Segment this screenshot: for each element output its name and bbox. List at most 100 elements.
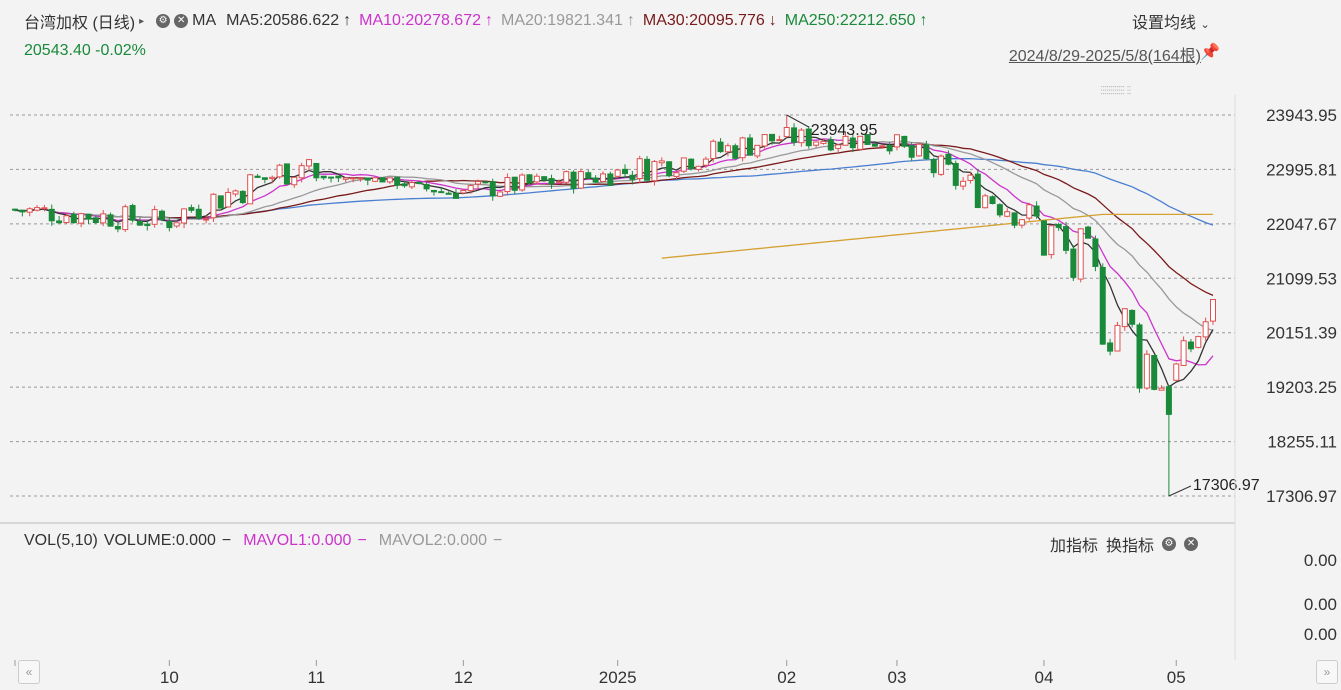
ma10-arrow: ↑ — [485, 12, 493, 29]
candle-body — [724, 145, 731, 153]
price-axis: 23943.95 22995.81 22047.67 21099.53 20151.39… — [1266, 106, 1337, 506]
candle-body — [644, 158, 651, 181]
volume-dash: − — [221, 532, 232, 549]
kline-chart[interactable]: 23943.95 22995.81 22047.67 21099.53 20151.39… — [0, 0, 1341, 690]
add-indicator-button[interactable]: 加指标 — [1050, 532, 1098, 556]
candle-body — [1085, 226, 1092, 239]
candle-body — [908, 144, 915, 158]
candle-body — [430, 189, 437, 193]
candle-body — [570, 171, 577, 190]
instrument-title[interactable]: 台湾加权 (日线) — [24, 9, 135, 33]
volume-tick-label: 0.00 — [1304, 595, 1337, 614]
candle-body — [151, 209, 158, 225]
candle-body — [1143, 353, 1150, 389]
x-tick-label: 12 — [454, 668, 473, 687]
candle-body — [614, 169, 621, 177]
candle-body — [401, 183, 408, 187]
volume-tick-label: 0.00 — [1304, 625, 1337, 644]
candle-body — [820, 140, 827, 144]
candle-body — [960, 180, 967, 187]
candle-body — [482, 181, 489, 184]
x-tick-label: 11 — [308, 668, 326, 687]
candle-body — [577, 171, 584, 189]
candle-body — [12, 208, 18, 211]
x-tick-label: 03 — [888, 668, 907, 687]
gear-icon[interactable]: ⚙ — [156, 14, 171, 28]
close-icon[interactable]: ✕ — [174, 14, 189, 28]
candle-body — [1018, 219, 1025, 226]
candle-body — [460, 190, 467, 194]
candle-body — [78, 213, 85, 224]
candle-body — [599, 173, 606, 182]
candle-body — [658, 160, 665, 164]
ma5-line — [14, 135, 1214, 388]
candle-body — [769, 133, 776, 142]
candle-body — [1165, 386, 1172, 415]
ma250-arrow: ↑ — [919, 12, 928, 29]
pin-icon[interactable]: 📌 — [1200, 42, 1220, 62]
close-icon[interactable]: ✕ — [1184, 537, 1199, 551]
y-tick-label: 21099.53 — [1266, 269, 1337, 288]
candle-body — [386, 177, 393, 183]
gear-icon[interactable]: ⚙ — [1162, 537, 1177, 551]
candle-body — [974, 173, 981, 209]
candle-body — [1136, 324, 1143, 389]
candle-body — [1004, 211, 1011, 217]
candle-body — [34, 207, 41, 211]
high-pointer — [786, 114, 809, 128]
candle-body — [798, 129, 805, 144]
x-tick-label: 05 — [1167, 668, 1186, 687]
candle-body — [423, 183, 430, 190]
candle-body — [114, 225, 121, 230]
extreme-annotations: 23943.95 17306.97 — [786, 114, 1260, 497]
candle-body — [298, 165, 305, 179]
high-annotation: 23943.95 — [811, 122, 878, 139]
candle-body — [41, 207, 48, 210]
vol-label: VOL(5,10) — [24, 532, 98, 549]
candle-body — [893, 134, 900, 148]
switch-indicator-button[interactable]: 换指标 — [1106, 532, 1154, 556]
candle-body — [673, 172, 680, 177]
candle-body — [416, 181, 423, 185]
last-price: 20543.40 -0.02% — [24, 42, 146, 59]
candle-body — [585, 172, 592, 179]
candle-body — [1055, 223, 1062, 228]
scroll-left-button[interactable]: « — [18, 660, 40, 684]
candle-body — [225, 191, 232, 208]
x-tick-label: 02 — [777, 668, 796, 687]
ma-settings-label: 设置均线 — [1132, 15, 1197, 32]
ma-settings-button[interactable]: 设置均线 ⌄ — [1132, 9, 1210, 33]
candle-body — [930, 158, 937, 174]
candle-body — [1048, 225, 1055, 256]
zoom-control-icon[interactable]: ⫶⫶⫶⫶⫶⫶⫶⫶⫶⫶⫶⫶ ⫶⫶ — [1100, 84, 1131, 99]
y-tick-label: 23943.95 — [1266, 106, 1337, 125]
candle-body — [938, 155, 945, 175]
y-tick-label: 17306.97 — [1266, 487, 1337, 506]
candle-body — [210, 193, 217, 219]
candle-body — [136, 220, 143, 226]
candle-body — [548, 178, 555, 185]
candle-body — [555, 181, 562, 184]
candle-body — [879, 145, 886, 148]
candle-body — [276, 164, 283, 178]
date-range[interactable]: 2024/8/29-2025/5/8(164根) — [1009, 42, 1201, 66]
candle-body — [1070, 248, 1077, 278]
candle-body — [761, 134, 768, 147]
candle-body — [269, 176, 276, 180]
candle-body — [291, 176, 298, 186]
candle-body — [996, 204, 1003, 216]
candle-body — [48, 208, 55, 222]
candle-body — [739, 137, 746, 159]
candle-body — [188, 207, 195, 211]
candle-body — [776, 139, 783, 142]
candle-body — [166, 220, 173, 229]
expand-triangle-icon[interactable]: ▸ — [139, 16, 144, 27]
candle-body — [1026, 204, 1033, 219]
candle-body — [379, 177, 386, 183]
candle-body — [945, 153, 952, 165]
ma5-value: MA5:20586.622 — [226, 12, 340, 29]
candle-body — [122, 206, 129, 231]
scroll-right-button[interactable]: » — [1316, 660, 1338, 684]
ma5-arrow: ↑ — [343, 12, 352, 29]
candle-body — [26, 208, 33, 213]
